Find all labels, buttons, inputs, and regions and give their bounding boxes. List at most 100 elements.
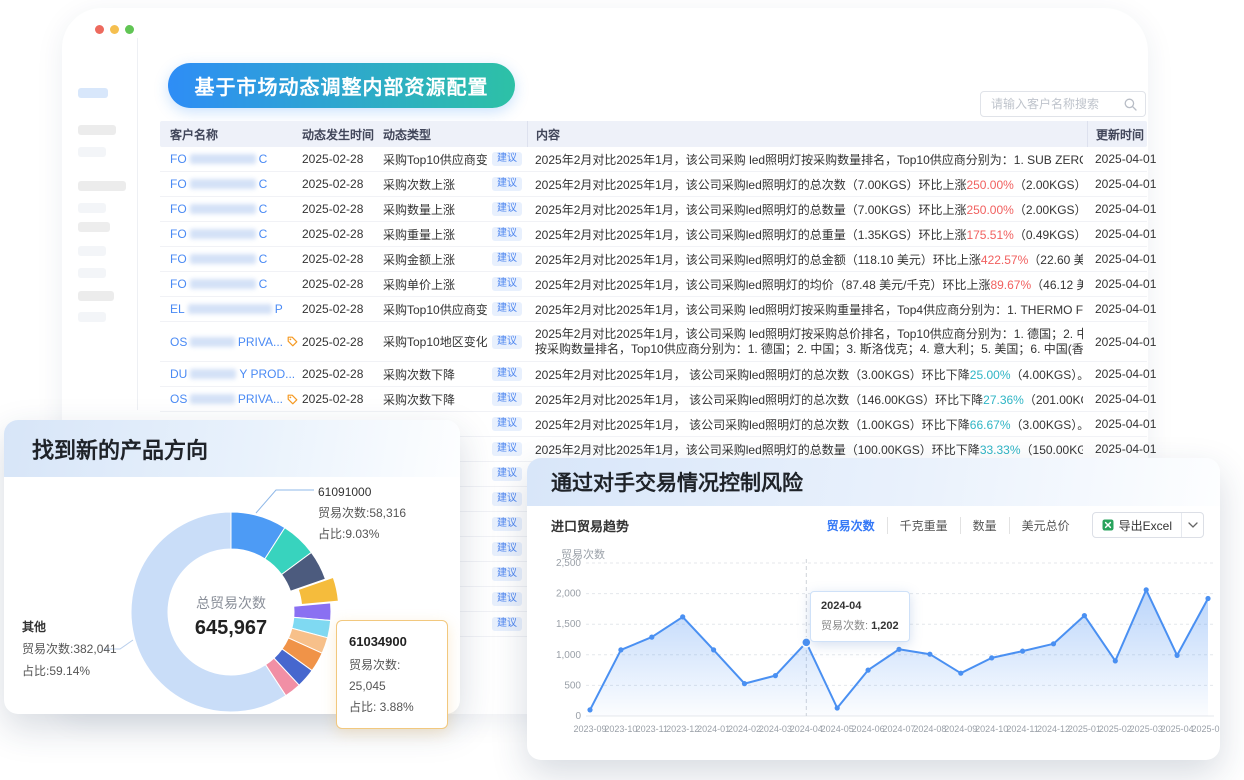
data-point-2023-09[interactable] [587, 707, 592, 712]
data-point-2024-07[interactable] [896, 647, 901, 652]
badge-cell: 建议 [490, 462, 524, 486]
event-date: 2025-02-28 [302, 147, 380, 171]
tab-千克重量[interactable]: 千克重量 [888, 517, 961, 534]
table-row[interactable]: OSPRIVA...2025-02-28采购次数下降建议2025年2月对比202… [160, 387, 1147, 412]
tab-数量[interactable]: 数量 [961, 517, 1010, 534]
search-input[interactable] [989, 96, 1124, 112]
data-point-2025-02[interactable] [1113, 658, 1118, 663]
suggestion-badge[interactable]: 建议 [492, 277, 522, 291]
x-tick-label: 2025-04 [1161, 724, 1194, 734]
suggestion-badge[interactable]: 建议 [492, 177, 522, 191]
data-point-2024-09[interactable] [958, 671, 963, 676]
table-row[interactable]: FOC2025-02-28采购Top10供应商变化建议2025年2月对比2025… [160, 147, 1147, 172]
data-point-2025-01[interactable] [1082, 613, 1087, 618]
sidebar-skeleton-item [78, 312, 106, 322]
table-header: 客户名称 动态发生时间 动态类型 内容 更新时间 [160, 121, 1147, 147]
customer-name-link[interactable]: OSPRIVA... [170, 387, 298, 411]
x-tick-label: 2025-05 [1191, 724, 1220, 734]
row-content: 2025年2月对比2025年1月，该公司采购 led照明灯按采购总价排名，Top… [535, 322, 1083, 361]
data-point-2024-02[interactable] [742, 681, 747, 686]
masked-name-blur [190, 179, 256, 189]
y-tick-label: 500 [564, 680, 581, 691]
table-row[interactable]: FOC2025-02-28采购数量上涨建议2025年2月对比2025年1月，该公… [160, 197, 1147, 222]
data-point-2024-10[interactable] [989, 655, 994, 660]
data-point-2023-12[interactable] [680, 614, 685, 619]
data-point-2024-11[interactable] [1020, 649, 1025, 654]
table-row[interactable]: ELP2025-02-28采购Top10供应商变化建议2025年2月对比2025… [160, 297, 1147, 322]
masked-name-blur [190, 204, 256, 214]
table-row[interactable]: DUY PROD...2025-02-28采购次数下降建议2025年2月对比20… [160, 362, 1147, 387]
suggestion-badge[interactable]: 建议 [492, 467, 522, 481]
data-point-2023-11[interactable] [649, 635, 654, 640]
customer-name-link[interactable]: FOC [170, 172, 298, 196]
update-date: 2025-04-01 [1095, 197, 1165, 221]
suggestion-badge[interactable]: 建议 [492, 252, 522, 266]
suggestion-badge[interactable]: 建议 [492, 617, 522, 631]
event-type: 采购次数下降 [383, 362, 487, 386]
export-excel-button[interactable]: 导出Excel [1093, 517, 1181, 534]
customer-name-link[interactable]: FOC [170, 147, 298, 171]
row-content: 2025年2月对比2025年1月， 该公司采购led照明灯的总次数（3.00KG… [535, 362, 1083, 386]
screenshot-root: 基于市场动态调整内部资源配置 客户名称 动态发生时间 动态类型 内容 更新时间 … [0, 0, 1244, 780]
data-point-2025-04[interactable] [1175, 653, 1180, 658]
masked-name-blur [190, 337, 235, 347]
badge-cell: 建议 [490, 412, 524, 436]
suggestion-badge[interactable]: 建议 [492, 302, 522, 316]
data-point-2025-03[interactable] [1144, 587, 1149, 592]
data-point-2024-03[interactable] [773, 673, 778, 678]
suggestion-badge[interactable]: 建议 [492, 227, 522, 241]
search-icon[interactable] [1124, 98, 1137, 111]
data-point-2024-05[interactable] [835, 705, 840, 710]
customer-name-link[interactable]: FOC [170, 272, 298, 296]
data-point-2024-06[interactable] [866, 668, 871, 673]
customer-name-link[interactable]: FOC [170, 197, 298, 221]
table-row[interactable]: FOC2025-02-28采购次数上涨建议2025年2月对比2025年1月，该公… [160, 172, 1147, 197]
suggestion-badge[interactable]: 建议 [492, 417, 522, 431]
sidebar-skeleton-item [78, 222, 110, 232]
data-point-2024-12[interactable] [1051, 641, 1056, 646]
customer-name-link[interactable]: ELP [170, 297, 298, 321]
data-point-2025-05[interactable] [1205, 596, 1210, 601]
x-tick-label: 2023-11 [636, 724, 668, 734]
table-row[interactable]: FOC2025-02-28采购重量上涨建议2025年2月对比2025年1月，该公… [160, 222, 1147, 247]
y-tick-label: 0 [575, 711, 581, 722]
maximize-button[interactable] [125, 25, 134, 34]
event-type: 采购数量上涨 [383, 197, 487, 221]
close-button[interactable] [95, 25, 104, 34]
data-point-2024-08[interactable] [927, 652, 932, 657]
table-row[interactable]: FOC2025-02-28采购单价上涨建议2025年2月对比2025年1月，该公… [160, 272, 1147, 297]
trend-chart: 05001,0001,5002,0002,5002023-092023-1020… [527, 543, 1220, 748]
row-content: 2025年2月对比2025年1月，该公司采购led照明灯的总重量（1.35KGS… [535, 222, 1083, 246]
customer-name-link[interactable]: FOC [170, 247, 298, 271]
data-point-2024-01[interactable] [711, 647, 716, 652]
customer-name-link[interactable]: FOC [170, 222, 298, 246]
data-point-2023-10[interactable] [618, 647, 623, 652]
badge-cell: 建议 [490, 222, 524, 246]
x-tick-label: 2025-01 [1068, 724, 1101, 734]
suggestion-badge[interactable]: 建议 [492, 492, 522, 506]
suggestion-badge[interactable]: 建议 [492, 202, 522, 216]
tab-贸易次数[interactable]: 贸易次数 [815, 517, 888, 534]
table-row[interactable]: OSPRIVA...2025-02-28采购Top10地区变化建议2025年2月… [160, 322, 1147, 362]
table-row[interactable]: FOC2025-02-28采购金额上涨建议2025年2月对比2025年1月，该公… [160, 247, 1147, 272]
x-tick-label: 2023-09 [573, 724, 606, 734]
risk-panel-title: 通过对手交易情况控制风险 [551, 467, 803, 497]
suggestion-badge[interactable]: 建议 [492, 335, 522, 349]
customer-name-link[interactable]: OSPRIVA... [170, 322, 298, 361]
suggestion-badge[interactable]: 建议 [492, 517, 522, 531]
y-tick-label: 1,000 [556, 650, 581, 661]
event-date: 2025-02-28 [302, 197, 380, 221]
export-dropdown-button[interactable] [1181, 513, 1203, 537]
suggestion-badge[interactable]: 建议 [492, 567, 522, 581]
suggestion-badge[interactable]: 建议 [492, 442, 522, 456]
suggestion-badge[interactable]: 建议 [492, 592, 522, 606]
minimize-button[interactable] [110, 25, 119, 34]
section-banner: 基于市场动态调整内部资源配置 [168, 63, 515, 108]
callout-connector [256, 490, 314, 513]
suggestion-badge[interactable]: 建议 [492, 152, 522, 166]
tab-美元总价[interactable]: 美元总价 [1010, 517, 1082, 534]
customer-name-link[interactable]: DUY PROD... [170, 362, 298, 386]
suggestion-badge[interactable]: 建议 [492, 392, 522, 406]
suggestion-badge[interactable]: 建议 [492, 367, 522, 381]
suggestion-badge[interactable]: 建议 [492, 542, 522, 556]
